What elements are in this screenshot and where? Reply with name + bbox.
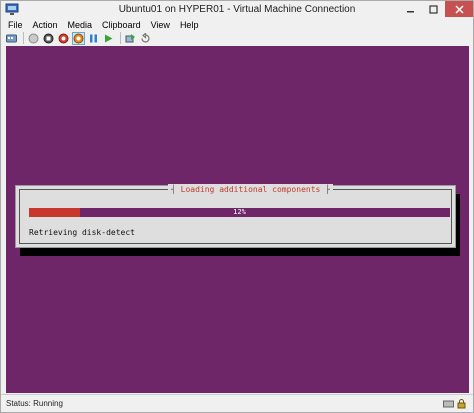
start-icon (28, 33, 39, 43)
lock-icon (456, 398, 467, 409)
maximize-button[interactable] (422, 1, 444, 17)
save-state-button[interactable] (72, 31, 85, 45)
ctrl-alt-del-button[interactable] (5, 32, 18, 45)
installer-dialog: ┤ Loading additional components ├ 12% Re… (15, 184, 456, 248)
checkpoint-button[interactable] (124, 32, 137, 45)
menu-media[interactable]: Media (63, 19, 98, 31)
revert-icon (141, 32, 150, 43)
dialog-title-bracket-right: ├ (325, 185, 330, 194)
progress-label: 12% (233, 208, 246, 216)
keyboard-icon (443, 398, 454, 409)
menu-help[interactable]: Help (175, 19, 204, 31)
installer-status-message: Retrieving disk-detect (29, 228, 135, 237)
close-icon (454, 4, 464, 14)
revert-button[interactable] (139, 32, 152, 45)
turn-off-button[interactable] (42, 32, 55, 45)
save-state-icon (73, 33, 84, 43)
turn-off-icon (43, 33, 54, 43)
dialog-title-text: Loading additional components (180, 185, 321, 194)
title-bar[interactable]: Ubuntu01 on HYPER01 - Virtual Machine Co… (1, 1, 473, 19)
close-button[interactable] (445, 1, 473, 17)
start-button[interactable] (27, 32, 40, 45)
dialog-title-bracket-left: ┤ (171, 185, 176, 194)
menu-view[interactable]: View (146, 19, 175, 31)
pause-button[interactable] (87, 32, 100, 45)
menu-file[interactable]: File (3, 19, 28, 31)
dialog-title: ┤ Loading additional components ├ (168, 184, 333, 195)
status-bar: Status: Running (1, 394, 473, 412)
vm-display[interactable]: ┤ Loading additional components ├ 12% Re… (6, 46, 469, 393)
dialog-frame: ┤ Loading additional components ├ 12% Re… (19, 184, 452, 244)
menu-clipboard[interactable]: Clipboard (97, 19, 146, 31)
vm-status-text: Status: Running (6, 399, 63, 408)
toolbar-separator (23, 32, 24, 44)
shutdown-icon (58, 33, 69, 43)
status-icons (441, 398, 467, 409)
progress-bar: 12% (29, 208, 450, 217)
resume-icon (105, 34, 113, 42)
pause-icon (90, 34, 97, 42)
shutdown-button[interactable] (57, 32, 70, 45)
vm-connection-window: Ubuntu01 on HYPER01 - Virtual Machine Co… (0, 0, 474, 413)
menu-bar: File Action Media Clipboard View Help (3, 19, 203, 31)
toolbar (5, 31, 154, 45)
toolbar-separator (120, 32, 121, 44)
resume-button[interactable] (102, 32, 115, 45)
ctrl-alt-del-icon (6, 34, 17, 42)
checkpoint-icon (125, 33, 135, 42)
minimize-button[interactable] (399, 1, 421, 17)
menu-action[interactable]: Action (28, 19, 63, 31)
